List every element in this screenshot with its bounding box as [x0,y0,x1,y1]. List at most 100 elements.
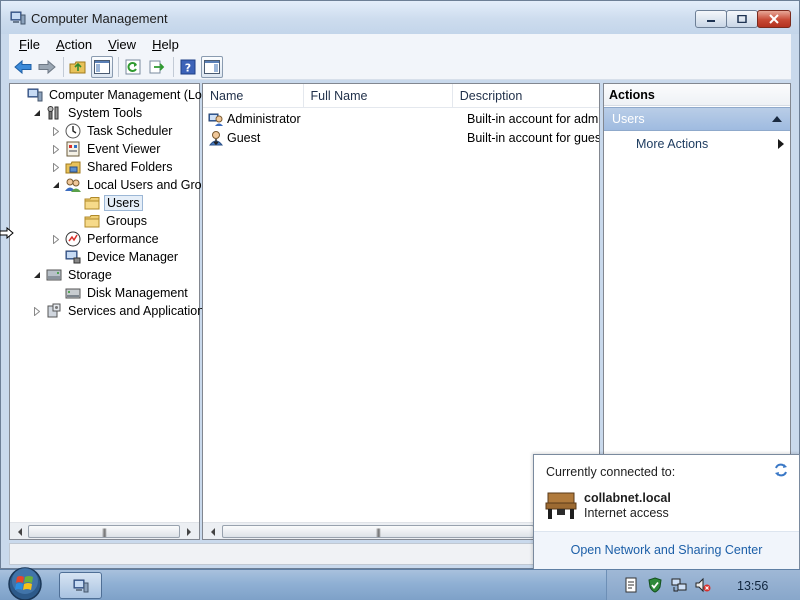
toolbar: ? [9,54,791,80]
menu-view[interactable]: View [98,37,142,52]
collapsed-arrow-icon[interactable] [32,306,42,316]
show-hide-console-tree-button[interactable] [91,55,113,78]
users-groups-icon [65,178,81,192]
scroll-left-icon [211,527,215,536]
user-name: Guest [227,130,261,145]
export-list-button[interactable] [146,56,168,78]
network-icon[interactable] [671,577,687,593]
up-folder-button[interactable] [67,56,89,78]
export-list-icon [149,60,165,73]
more-actions-item[interactable]: More Actions [636,135,786,153]
tree-item[interactable]: System Tools [10,104,144,122]
tree-item-label: Device Manager [87,250,179,264]
tree-item-label: Performance [87,232,159,246]
column-header-name[interactable]: Name [203,84,304,108]
tree-item[interactable]: Shared Folders [10,158,174,176]
tree-item[interactable]: Groups [10,212,149,230]
scroll-right-icon [187,527,191,536]
tree-item[interactable]: Local Users and Groups [10,176,224,194]
open-network-sharing-center-link[interactable]: Open Network and Sharing Center [534,543,799,557]
collapsed-arrow-icon[interactable] [51,126,61,136]
scroll-left-icon [18,527,22,536]
tree-item-label: Event Viewer [87,142,161,156]
tree-item-label: Shared Folders [87,160,173,174]
scroll-left-button[interactable] [205,524,221,539]
menu-help-rest: elp [161,36,179,52]
menu-help[interactable]: Help [142,37,185,52]
expanded-arrow-icon[interactable] [51,180,61,190]
column-header-full-name[interactable]: Full Name [304,84,453,108]
performance-icon [65,231,81,247]
tree-item[interactable]: Storage [10,266,114,284]
collapsed-arrow-icon[interactable] [51,162,61,172]
scroll-right-button[interactable] [181,524,197,539]
forward-button[interactable] [36,56,58,78]
tree-item[interactable]: Disk Management [10,284,190,302]
system-tools-icon [47,106,59,120]
expanded-arrow-icon[interactable] [32,270,42,280]
menu-action[interactable]: Action [46,37,98,52]
up-folder-icon [69,61,86,73]
collapsed-arrow-icon[interactable] [51,234,61,244]
tree-item-label: Computer Management (Local [49,88,218,102]
taskbar-computer-management-button[interactable] [59,572,102,599]
network-name: collabnet.local [584,491,671,505]
scroll-left-button[interactable] [12,524,28,539]
tree-item[interactable]: Computer Management (Local [10,86,220,104]
scroll-thumb[interactable]: ||| [222,525,534,538]
tree-item-label: Services and Applications [68,304,211,318]
actions-section-label: Users [612,112,645,126]
console-tree-pane[interactable]: Computer Management (Local System Tools Ta… [9,83,222,540]
column-header-description[interactable]: Description [453,84,599,108]
tree-item-label: Storage [68,268,112,282]
folder-icon [84,215,100,228]
tree-item-label: Groups [106,214,147,228]
shared-folders-icon [65,161,81,174]
security-check-icon[interactable] [647,577,663,593]
close-button[interactable] [757,10,791,28]
maximize-button[interactable] [726,10,758,28]
volume-muted-icon[interactable] [695,577,711,593]
submenu-arrow-icon [778,139,784,149]
tree-item[interactable]: Task Scheduler [10,122,174,140]
close-icon [769,14,779,24]
actions-section-users[interactable]: Users [604,107,790,131]
tree-horizontal-scrollbar[interactable]: ||| [10,522,199,539]
tree-item[interactable]: Device Manager [10,248,180,266]
scroll-thumb[interactable]: ||| [28,525,180,538]
network-refresh-icon[interactable] [773,462,789,478]
list-item[interactable]: Guest Built-in account for guest access [203,128,599,147]
document-icon[interactable] [623,577,639,593]
collapsed-arrow-icon[interactable] [51,144,61,154]
user-name: Administrator [227,111,301,126]
show-hide-action-pane-button[interactable] [201,55,223,78]
notification-area: 13:56 [606,570,800,600]
menu-file[interactable]: File [9,37,46,52]
title-bar[interactable]: Computer Management [1,1,799,34]
start-button[interactable] [4,564,46,600]
tree-item[interactable]: Event Viewer [10,140,162,158]
scroll-grip-icon: ||| [375,526,381,537]
back-button[interactable] [12,56,34,78]
scroll-grip-icon: ||| [101,526,107,537]
actions-title: Actions [604,84,790,106]
help-button[interactable]: ? [177,56,199,78]
refresh-icon [125,59,141,74]
clock[interactable]: 13:56 [737,579,768,593]
tree-item[interactable]: Users [10,194,143,212]
computer-management-icon [27,88,43,102]
expanded-arrow-icon[interactable] [32,108,42,118]
list-item[interactable]: Administrator Built-in account for admin… [203,109,599,128]
menu-file-rest: ile [26,36,40,52]
tree-item[interactable]: Services and Applications [10,302,212,320]
refresh-button[interactable] [122,56,144,78]
more-actions-label: More Actions [636,137,709,151]
folder-icon [84,197,100,210]
tree-item[interactable]: Performance [10,230,161,248]
user-admin-icon [208,113,223,126]
services-icon [47,303,61,318]
minimize-button[interactable] [695,10,727,28]
network-popup-footer: Open Network and Sharing Center [534,531,799,569]
